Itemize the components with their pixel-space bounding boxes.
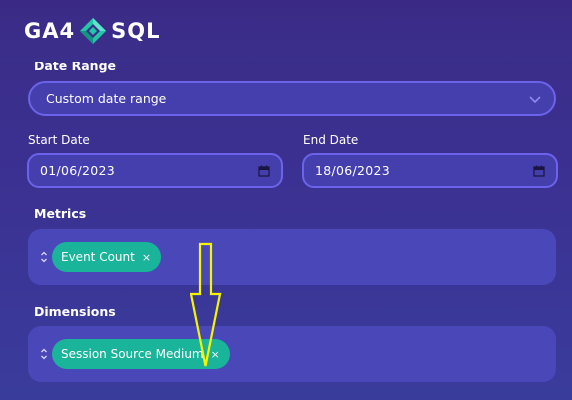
dimensions-label: Dimensions <box>34 304 116 319</box>
start-date-value: 01/06/2023 <box>40 163 116 178</box>
chip-label: Session Source Medium <box>61 347 204 361</box>
brand-name-right: SQL <box>111 19 161 43</box>
annotation-down-arrow-icon <box>190 242 222 367</box>
chip-label: Event Count <box>61 250 135 264</box>
app-header: GA4 SQL <box>0 0 572 62</box>
sort-updown-icon <box>41 251 47 263</box>
metric-chip-event-count[interactable]: Event Count × <box>52 242 162 272</box>
start-date-label: Start Date <box>28 133 90 147</box>
start-date-input[interactable]: 01/06/2023 <box>27 153 283 188</box>
date-range-selected-value: Custom date range <box>46 91 167 106</box>
calendar-icon[interactable] <box>258 165 270 177</box>
end-date-input[interactable]: 18/06/2023 <box>302 153 558 188</box>
sort-updown-icon <box>41 348 47 360</box>
ga4-sql-diamond-logo-icon <box>80 18 107 44</box>
calendar-icon[interactable] <box>533 165 545 177</box>
date-range-select[interactable]: Custom date range <box>28 81 556 116</box>
end-date-label: End Date <box>303 133 359 147</box>
dimensions-multiselect[interactable]: Session Source Medium × <box>28 326 556 382</box>
brand-logo[interactable]: GA4 SQL <box>24 14 160 48</box>
end-date-value: 18/06/2023 <box>315 163 391 178</box>
brand-name-left: GA4 <box>24 19 76 43</box>
chevron-down-icon <box>529 96 541 104</box>
chip-remove-icon[interactable]: × <box>142 252 151 263</box>
metrics-label: Metrics <box>34 206 87 221</box>
metrics-multiselect[interactable]: Event Count × <box>28 229 556 285</box>
